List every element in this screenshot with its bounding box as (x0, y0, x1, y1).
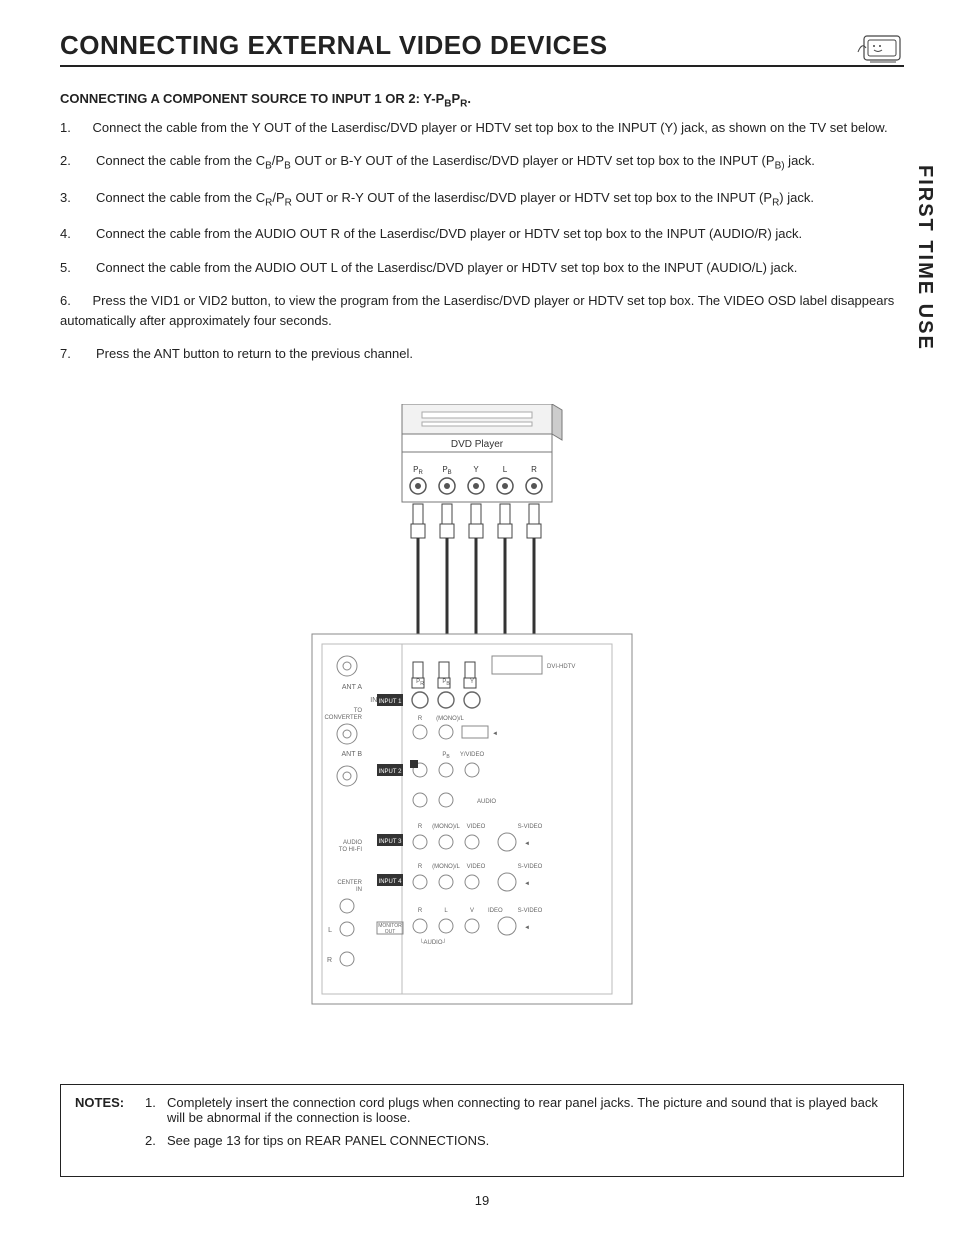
svg-text:INPUT 1: INPUT 1 (379, 699, 403, 705)
notes-label: NOTES: (75, 1095, 145, 1156)
step-item: 1. Connect the cable from the Y OUT of t… (60, 118, 904, 138)
page-number: 19 (60, 1193, 904, 1208)
svg-text:INPUT 4: INPUT 4 (379, 879, 403, 885)
svg-text:DVD Player: DVD Player (451, 439, 504, 450)
svg-text:IDEO: IDEO (488, 908, 503, 914)
svg-text:DVI-HDTV: DVI-HDTV (547, 664, 575, 670)
svg-text:TO: TO (354, 708, 363, 714)
svg-text:AUDIO: AUDIO (343, 840, 362, 846)
svg-text:CENTER: CENTER (337, 880, 362, 886)
svg-text:(MONO)/L: (MONO)/L (432, 824, 460, 830)
svg-text:IN: IN (356, 887, 362, 893)
steps-list: 1. Connect the cable from the Y OUT of t… (60, 118, 904, 364)
section-heading: CONNECTING A COMPONENT SOURCE TO INPUT 1… (60, 91, 904, 110)
connection-diagram: DVD Player OUTPUT PRPBYLR ANT A TO CONVE… (292, 404, 672, 1024)
svg-text:OUT: OUT (385, 929, 396, 935)
notes-box: NOTES: 1.Completely insert the connectio… (60, 1084, 904, 1177)
svg-text:L: L (328, 927, 332, 934)
svg-text:TO HI-FI: TO HI-FI (339, 847, 363, 853)
svg-text:R: R (418, 824, 423, 830)
svg-text:INPUT 3: INPUT 3 (379, 839, 403, 845)
svg-text:AUDIO: AUDIO (477, 799, 496, 805)
tv-icon (854, 28, 904, 68)
svg-text:VIDEO: VIDEO (467, 864, 486, 870)
note-item: 2.See page 13 for tips on REAR PANEL CON… (145, 1133, 889, 1148)
svg-text:V: V (470, 908, 474, 914)
svg-text:(MONO)/L: (MONO)/L (432, 864, 460, 870)
svg-text:VIDEO: VIDEO (467, 824, 486, 830)
svg-text:Y: Y (473, 465, 479, 474)
side-tab: FIRST TIME USE (913, 165, 936, 351)
svg-text:◄: ◄ (524, 925, 530, 931)
svg-text:CONVERTER: CONVERTER (324, 715, 362, 721)
svg-text:Y: Y (470, 679, 474, 685)
svg-text:S-VIDEO: S-VIDEO (518, 864, 543, 870)
step-item: 4.Connect the cable from the AUDIO OUT R… (60, 224, 904, 244)
svg-text:Y/VIDEO: Y/VIDEO (460, 752, 485, 758)
svg-text:R: R (531, 465, 537, 474)
svg-text:◄: ◄ (492, 731, 498, 737)
note-item: 1.Completely insert the connection cord … (145, 1095, 889, 1125)
svg-text:◄: ◄ (524, 881, 530, 887)
svg-text:INPUT 2: INPUT 2 (379, 769, 403, 775)
step-item: 3.Connect the cable from the CR/PR OUT o… (60, 188, 904, 211)
svg-text:L: L (503, 465, 508, 474)
svg-text:ANT A: ANT A (342, 684, 362, 691)
svg-text:S-VIDEO: S-VIDEO (518, 824, 543, 830)
page-title: CONNECTING EXTERNAL VIDEO DEVICES (60, 30, 904, 67)
svg-text:R: R (418, 908, 423, 914)
svg-text:R: R (327, 957, 332, 964)
step-item: 5.Connect the cable from the AUDIO OUT L… (60, 258, 904, 278)
step-item: 2.Connect the cable from the CB/PB OUT o… (60, 151, 904, 174)
svg-text:└AUDIO┘: └AUDIO┘ (419, 938, 447, 946)
step-item: 6. Press the VID1 or VID2 button, to vie… (60, 291, 904, 330)
step-item: 7.Press the ANT button to return to the … (60, 344, 904, 364)
svg-text:R: R (418, 716, 423, 722)
svg-text:(MONO)/L: (MONO)/L (436, 716, 464, 722)
svg-text:◄: ◄ (524, 841, 530, 847)
svg-text:ANT B: ANT B (342, 751, 363, 758)
svg-text:S-VIDEO: S-VIDEO (518, 908, 543, 914)
svg-text:R: R (418, 864, 423, 870)
